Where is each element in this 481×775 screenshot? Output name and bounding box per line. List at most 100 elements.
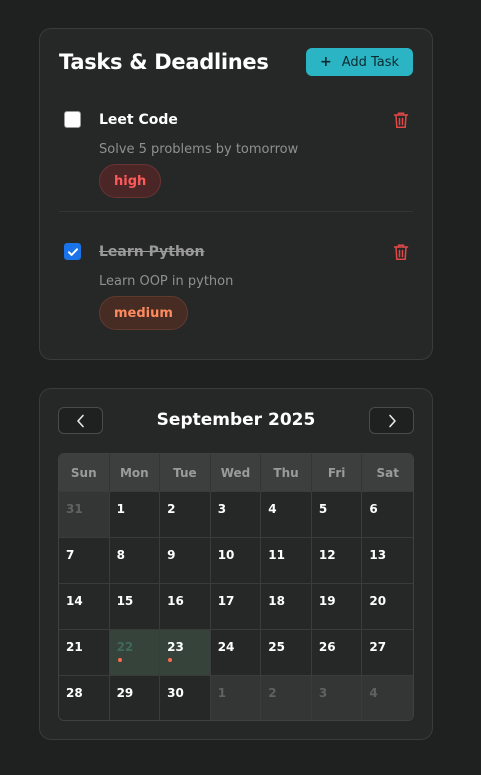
day-number: 7 bbox=[66, 548, 75, 562]
day-number: 20 bbox=[369, 594, 387, 608]
day-number: 22 bbox=[116, 640, 134, 654]
task-description: Learn OOP in python bbox=[99, 274, 234, 289]
day-number: 27 bbox=[369, 640, 387, 654]
day-number: 8 bbox=[116, 548, 125, 562]
calendar-day[interactable]: 23 bbox=[160, 629, 211, 675]
calendar-day[interactable]: 1 bbox=[109, 491, 161, 537]
calendar-day[interactable]: 20 bbox=[362, 583, 413, 629]
calendar-day[interactable]: 19 bbox=[311, 583, 363, 629]
day-number: 30 bbox=[167, 686, 184, 700]
calendar-panel: September 2025 Sun Mon Tue Wed Thu Fri Sat 31 1 2… bbox=[39, 388, 433, 740]
calendar-day[interactable]: 3 bbox=[311, 675, 363, 720]
day-number: 16 bbox=[167, 594, 184, 608]
calendar-day[interactable]: 13 bbox=[362, 537, 413, 583]
calendar-day[interactable]: 17 bbox=[210, 583, 262, 629]
day-number: 9 bbox=[167, 548, 176, 562]
day-number: 24 bbox=[217, 640, 235, 654]
calendar-day[interactable]: 7 bbox=[59, 537, 110, 583]
calendar-day[interactable]: 1 bbox=[210, 675, 262, 720]
calendar-day[interactable]: 28 bbox=[59, 675, 110, 720]
calendar-day[interactable]: 8 bbox=[109, 537, 161, 583]
day-number: 5 bbox=[318, 502, 328, 516]
calendar-day[interactable]: 16 bbox=[160, 583, 211, 629]
day-number: 31 bbox=[66, 502, 83, 516]
calendar-day[interactable]: 2 bbox=[160, 491, 211, 537]
weekday-header: Sat bbox=[362, 454, 413, 491]
task-indicator-dot bbox=[168, 658, 173, 662]
calendar-day[interactable]: 21 bbox=[59, 629, 110, 675]
calendar-day[interactable]: 12 bbox=[311, 537, 363, 583]
calendar-day[interactable]: 4 bbox=[362, 675, 413, 720]
add-task-label: Add Task bbox=[341, 54, 400, 70]
check-icon bbox=[67, 247, 78, 256]
weekday-header: Tue bbox=[160, 454, 211, 491]
task-item: Learn Python Learn OOP in python medium bbox=[59, 241, 413, 341]
task-indicator-dot bbox=[117, 658, 122, 662]
day-number: 1 bbox=[217, 686, 227, 700]
calendar-day[interactable]: 15 bbox=[109, 583, 161, 629]
day-number: 12 bbox=[318, 548, 336, 562]
calendar-day[interactable]: 31 bbox=[59, 491, 110, 537]
tasks-header: Tasks & Deadlines + Add Task bbox=[59, 48, 413, 78]
day-number: 3 bbox=[217, 502, 227, 516]
tasks-panel: Tasks & Deadlines + Add Task Leet Code S… bbox=[39, 28, 433, 360]
add-task-button[interactable]: + Add Task bbox=[306, 48, 413, 76]
task-description: Solve 5 problems by tomorrow bbox=[99, 142, 299, 157]
day-number: 26 bbox=[318, 640, 336, 654]
calendar-day[interactable]: 30 bbox=[160, 675, 211, 720]
plus-icon: + bbox=[319, 54, 332, 70]
calendar-day[interactable]: 3 bbox=[210, 491, 262, 537]
day-number: 29 bbox=[116, 686, 134, 700]
calendar-day[interactable]: 24 bbox=[210, 629, 262, 675]
calendar-day[interactable]: 9 bbox=[160, 537, 211, 583]
weekday-header: Thu bbox=[261, 454, 312, 491]
calendar-day[interactable]: 4 bbox=[261, 491, 312, 537]
day-number: 17 bbox=[217, 594, 235, 608]
day-number: 18 bbox=[268, 594, 285, 608]
day-number: 4 bbox=[369, 686, 378, 700]
day-number: 4 bbox=[268, 502, 277, 516]
day-number: 21 bbox=[66, 640, 83, 654]
day-number: 3 bbox=[318, 686, 328, 700]
calendar-day[interactable]: 26 bbox=[311, 629, 363, 675]
calendar-day[interactable]: 10 bbox=[210, 537, 262, 583]
day-number: 15 bbox=[116, 594, 134, 608]
next-month-button[interactable] bbox=[369, 407, 414, 434]
task-item: Leet Code Solve 5 problems by tomorrow h… bbox=[59, 109, 413, 212]
day-number: 14 bbox=[66, 594, 83, 608]
priority-badge: high bbox=[99, 164, 162, 198]
calendar-day[interactable]: 6 bbox=[362, 491, 413, 537]
day-number: 11 bbox=[268, 548, 285, 562]
calendar-day[interactable]: 25 bbox=[261, 629, 312, 675]
weekday-header: Sun bbox=[59, 454, 110, 491]
calendar-day[interactable]: 29 bbox=[109, 675, 161, 720]
task-title: Leet Code bbox=[99, 112, 178, 128]
task-checkbox[interactable] bbox=[64, 111, 81, 128]
day-number: 2 bbox=[268, 686, 277, 700]
calendar-day[interactable]: 2 bbox=[261, 675, 312, 720]
calendar-day[interactable]: 27 bbox=[362, 629, 413, 675]
calendar-month-title: September 2025 bbox=[156, 410, 316, 430]
task-title: Learn Python bbox=[99, 244, 205, 260]
trash-icon[interactable] bbox=[393, 111, 409, 129]
calendar-day[interactable]: 22 bbox=[109, 629, 161, 675]
day-number: 10 bbox=[217, 548, 235, 562]
day-number: 25 bbox=[268, 640, 285, 654]
day-number: 19 bbox=[318, 594, 336, 608]
day-number: 2 bbox=[167, 502, 176, 516]
task-checkbox[interactable] bbox=[64, 243, 81, 260]
calendar-day[interactable]: 14 bbox=[59, 583, 110, 629]
page-title: Tasks & Deadlines bbox=[59, 50, 269, 74]
calendar-day[interactable]: 5 bbox=[311, 491, 363, 537]
chevron-right-icon bbox=[388, 414, 396, 427]
weekday-header: Mon bbox=[109, 454, 161, 491]
calendar-day[interactable]: 11 bbox=[261, 537, 312, 583]
trash-icon[interactable] bbox=[393, 243, 409, 261]
day-number: 13 bbox=[369, 548, 387, 562]
calendar-day[interactable]: 18 bbox=[261, 583, 312, 629]
priority-badge: medium bbox=[99, 296, 188, 330]
calendar-header: September 2025 bbox=[58, 407, 414, 435]
day-number: 1 bbox=[116, 502, 125, 516]
calendar-grid: Sun Mon Tue Wed Thu Fri Sat 31 1 2 3 4 5 6 7 8 9 10 11 12 13… bbox=[58, 453, 414, 721]
day-number: 28 bbox=[66, 686, 83, 700]
